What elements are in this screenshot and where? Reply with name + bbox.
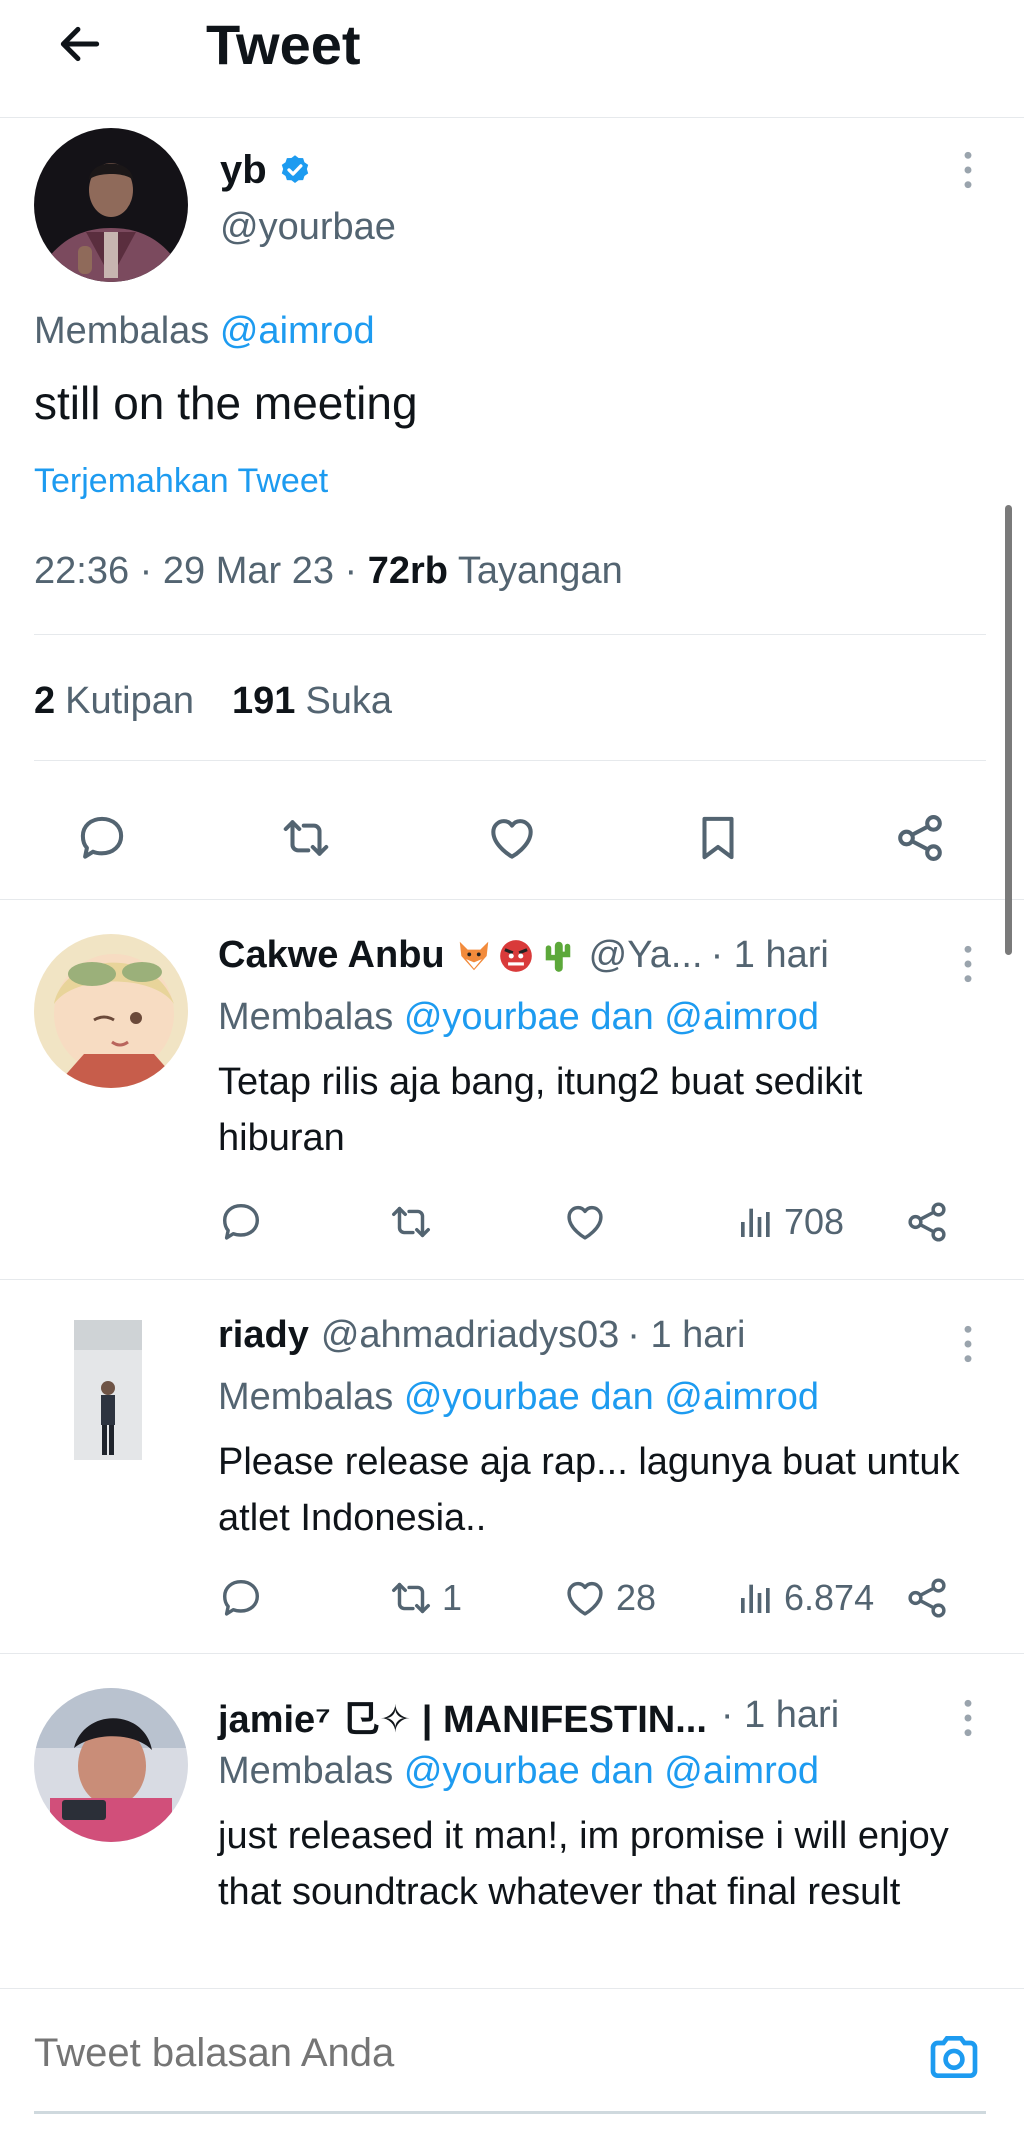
reply-tweet[interactable]: jamie⁷ ⺋✧ | MANIFESTIN... · 1 hari Memba… — [0, 1654, 1024, 1988]
more-options-icon[interactable] — [948, 934, 988, 994]
likes-stat[interactable]: 191 Suka — [232, 680, 392, 723]
reply-author-name[interactable]: Cakwe Anbu — [218, 934, 445, 977]
views-count: 72rb — [367, 550, 449, 592]
reply-actions: 708 — [218, 1192, 988, 1252]
replying-to: Membalas @yourbae dan @aimrod — [218, 1376, 819, 1419]
replying-to-handles[interactable]: @yourbae dan @aimrod — [404, 996, 819, 1038]
reply-composer — [0, 1988, 1024, 2131]
replying-to: Membalas @yourbae dan @aimrod — [218, 1750, 819, 1793]
replying-prefix: Membalas — [34, 310, 210, 352]
replying-to: Membalas @aimrod — [34, 310, 375, 353]
camera-icon[interactable] — [922, 2025, 986, 2089]
cactus-emoji-icon — [539, 937, 577, 975]
replying-prefix: Membalas — [218, 1376, 394, 1418]
avatar[interactable] — [34, 128, 188, 282]
tweet-text: still on the meeting — [34, 377, 418, 429]
tweet-stats: 2 Kutipan 191 Suka — [34, 680, 392, 723]
replying-to-handle[interactable]: @aimrod — [220, 310, 375, 352]
translate-link[interactable]: Terjemahkan Tweet — [34, 462, 328, 501]
like-count: 28 — [616, 1577, 657, 1618]
reply-author-name[interactable]: jamie⁷ ⺋✧ | MANIFESTIN... — [218, 1688, 707, 1743]
divider — [34, 634, 986, 635]
reply-time: · 1 hari — [627, 1314, 746, 1356]
reply-author-name[interactable]: riady — [218, 1314, 309, 1357]
reply-header: riady @ahmadriadys03 · 1 hari — [218, 1314, 746, 1357]
views-stat[interactable]: 708 — [736, 1192, 844, 1252]
reply-text: Tetap rilis aja bang, itung2 buat sediki… — [218, 1061, 863, 1159]
verified-badge-icon — [281, 154, 308, 183]
reply-author-handle[interactable]: @Ya... — [589, 934, 703, 977]
tweet-meta: 22:36 · 29 Mar 23 · 72rb Tayangan — [34, 550, 623, 592]
main-tweet: yb @yourbae Membalas @aimrod still on th… — [0, 118, 1024, 900]
reply-tweet[interactable]: Cakwe Anbu @Ya... · 1 hari Membalas @you… — [0, 900, 1024, 1280]
views-stat[interactable]: 6.874 — [736, 1568, 874, 1628]
share-icon[interactable] — [904, 1192, 950, 1252]
fox-emoji-icon — [455, 937, 493, 975]
reply-icon[interactable] — [218, 1568, 264, 1628]
views-icon — [736, 1202, 776, 1242]
author-handle[interactable]: @yourbae — [220, 206, 396, 249]
page-title: Tweet — [206, 13, 361, 76]
more-options-icon[interactable] — [948, 140, 988, 200]
share-icon[interactable] — [904, 1568, 950, 1628]
back-arrow-icon[interactable] — [50, 14, 110, 74]
views-count: 708 — [784, 1201, 845, 1242]
views-icon — [736, 1578, 776, 1618]
tengu-emoji-icon — [497, 937, 535, 975]
bookmark-icon[interactable] — [686, 806, 750, 870]
replying-to-handles[interactable]: @yourbae dan @aimrod — [404, 1750, 819, 1792]
reply-header: Cakwe Anbu @Ya... · 1 hari — [218, 934, 829, 977]
retweet-icon[interactable] — [388, 1192, 434, 1252]
avatar[interactable] — [74, 1320, 142, 1460]
share-icon[interactable] — [888, 806, 952, 870]
replying-to-handles[interactable]: @yourbae dan @aimrod — [404, 1376, 819, 1418]
scrollbar[interactable] — [1005, 505, 1012, 955]
like-icon — [562, 1575, 608, 1621]
divider — [34, 760, 986, 761]
replying-to: Membalas @yourbae dan @aimrod — [218, 996, 819, 1039]
replying-prefix: Membalas — [218, 996, 394, 1038]
reply-actions: 1 28 6.874 — [218, 1568, 988, 1628]
reply-icon[interactable] — [218, 1192, 264, 1252]
reply-input[interactable] — [34, 2031, 854, 2076]
author-name[interactable]: yb — [220, 148, 313, 193]
more-options-icon[interactable] — [948, 1688, 988, 1748]
like-stat[interactable]: 28 — [562, 1568, 656, 1628]
reply-icon[interactable] — [70, 806, 134, 870]
reply-text: Please release aja rap... lagunya buat u… — [218, 1441, 960, 1539]
tweet-date: 29 Mar 23 — [162, 550, 334, 592]
retweet-icon[interactable] — [274, 806, 338, 870]
retweet-count: 1 — [442, 1577, 463, 1618]
reply-author-handle[interactable]: @ahmadriadys03 — [321, 1314, 619, 1357]
views-count: 6.874 — [784, 1577, 875, 1618]
reply-text: just released it man!, im promise i will… — [218, 1815, 949, 1913]
like-icon[interactable] — [480, 806, 544, 870]
tweet-time: 22:36 — [34, 550, 130, 592]
reply-tweet[interactable]: riady @ahmadriadys03 · 1 hari Membalas @… — [0, 1280, 1024, 1654]
reply-time: · 1 hari — [710, 934, 829, 976]
retweet-stat[interactable]: 1 — [388, 1568, 462, 1628]
avatar[interactable] — [34, 1688, 188, 1842]
reply-header: jamie⁷ ⺋✧ | MANIFESTIN... · 1 hari — [218, 1688, 839, 1743]
views-label: Tayangan — [457, 550, 623, 592]
reply-time: · 1 hari — [720, 1694, 840, 1736]
top-bar: Tweet — [0, 0, 1024, 118]
retweet-icon — [388, 1575, 434, 1621]
author-name-text: yb — [220, 148, 267, 192]
avatar[interactable] — [34, 934, 188, 1088]
like-icon[interactable] — [562, 1192, 608, 1252]
composer-underline — [34, 2111, 986, 2114]
replying-prefix: Membalas — [218, 1750, 394, 1792]
more-options-icon[interactable] — [948, 1314, 988, 1374]
quotes-stat[interactable]: 2 Kutipan — [34, 680, 194, 723]
